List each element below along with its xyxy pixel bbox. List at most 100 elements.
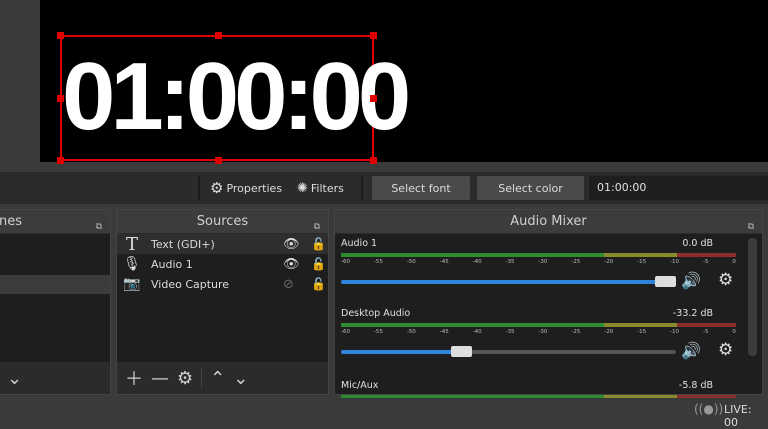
gear-icon: ⚙ xyxy=(210,179,224,197)
eye-hidden-icon[interactable]: ⊘ xyxy=(283,277,294,292)
channel-db: 0.0 dB xyxy=(682,238,713,249)
scene-item-selected[interactable] xyxy=(0,275,110,294)
filters-icon: ✺ xyxy=(297,180,308,196)
mixer-list: Audio 1 0.0 dB -60 -55 -50 -45 -40 -35 -30 -25-… xyxy=(335,234,762,399)
unlock-icon[interactable]: 🔓 xyxy=(311,257,326,271)
tick-label: -50 xyxy=(406,259,416,265)
tick-label: -35 xyxy=(505,259,515,265)
tick-label: -15 xyxy=(637,259,647,265)
tick-label: -40 xyxy=(472,259,482,265)
divider xyxy=(201,368,203,388)
filters-button[interactable]: ✺ Filters xyxy=(297,177,344,199)
scenes-dock: nes ⧉ ⌄ xyxy=(0,209,111,395)
channel-db: -33.2 dB xyxy=(672,308,713,319)
source-item[interactable]: 🎙 Audio 1 👁 🔓 xyxy=(117,254,328,274)
source-label: Video Capture xyxy=(151,277,230,291)
slider-handle[interactable] xyxy=(655,276,676,287)
tick-label: -25 xyxy=(571,329,581,335)
camera-icon: 📷 xyxy=(123,276,141,292)
tick-label: -10 xyxy=(670,259,680,265)
resize-handle[interactable] xyxy=(57,32,64,39)
move-up-icon[interactable]: ⌃ xyxy=(210,368,225,389)
properties-button[interactable]: ⚙ Properties xyxy=(210,177,282,199)
source-item[interactable]: 📷 Video Capture ⊘ 🔓 xyxy=(117,274,328,294)
volume-slider[interactable] xyxy=(341,346,676,357)
channel-db: -5.8 dB xyxy=(678,380,713,391)
tick-label: -15 xyxy=(637,329,647,335)
tick-label: -5 xyxy=(702,329,709,335)
eye-icon[interactable]: 👁 xyxy=(283,237,300,252)
tick-label: 0 xyxy=(732,259,736,265)
resize-handle[interactable] xyxy=(370,157,377,164)
scenes-list[interactable] xyxy=(0,234,110,362)
tick-label: -20 xyxy=(604,259,614,265)
remove-icon[interactable]: — xyxy=(151,368,169,389)
divider xyxy=(361,176,363,200)
unlock-icon[interactable]: 🔓 xyxy=(311,237,326,251)
tick-label: -40 xyxy=(472,329,482,335)
text-icon: T xyxy=(125,233,138,255)
select-color-button[interactable]: Select color xyxy=(477,176,584,200)
tick-label: -30 xyxy=(538,259,548,265)
move-down-icon[interactable]: ⌄ xyxy=(233,368,248,389)
eye-icon[interactable]: 👁 xyxy=(283,257,300,272)
clock-text: 01:00:00 xyxy=(62,43,411,150)
status-bar: ((●)) LIVE: 00 xyxy=(0,398,768,429)
tick-label: -25 xyxy=(571,259,581,265)
live-icon: ((●)) xyxy=(694,402,724,416)
tick-label: -55 xyxy=(373,259,383,265)
resize-handle[interactable] xyxy=(215,32,222,39)
meter-scale: -60 -55 -50 -45 -40 -35 -30 -25 -20 -15 -10 -5 0 xyxy=(341,329,736,339)
source-label: Text (GDI+) xyxy=(151,237,215,251)
filters-label: Filters xyxy=(310,181,344,195)
gear-icon[interactable]: ⚙ xyxy=(177,368,193,389)
resize-handle[interactable] xyxy=(57,157,64,164)
sources-dock: Sources ⧉ T Text (GDI+) 👁 🔓 🎙 Audio 1 👁 🔓 📷 Vide… xyxy=(116,209,329,395)
sources-list[interactable]: T Text (GDI+) 👁 🔓 🎙 Audio 1 👁 🔓 📷 Video Capture… xyxy=(117,234,328,362)
microphone-icon: 🎙 xyxy=(123,256,141,272)
text-source-selection[interactable]: 01:00:00 xyxy=(57,32,411,164)
dock-title: nes xyxy=(0,214,23,229)
divider xyxy=(198,176,200,200)
text-input[interactable]: 01:00:00 xyxy=(589,176,768,200)
tick-label: -5 xyxy=(702,259,709,265)
properties-label: Properties xyxy=(226,181,283,195)
source-label: Audio 1 xyxy=(151,257,193,271)
volume-meter xyxy=(341,323,736,327)
tick-label: 0 xyxy=(732,329,736,335)
volume-slider[interactable] xyxy=(341,276,676,287)
tick-label: -60 xyxy=(341,259,350,265)
source-item[interactable]: T Text (GDI+) 👁 🔓 xyxy=(117,233,328,255)
unlock-icon[interactable]: 🔓 xyxy=(311,277,326,291)
tick-label: -55 xyxy=(373,329,383,335)
source-toolbar: ⚙ Properties ✺ Filters Select font Select … xyxy=(0,172,768,204)
tick-label: -45 xyxy=(439,329,449,335)
meter-scale: -60 -55 -50 -45 -40 -35 -30 -25 -20 -15 -10 -5 0 xyxy=(341,259,736,269)
resize-handle[interactable] xyxy=(370,32,377,39)
tick-label: -35 xyxy=(505,329,515,335)
speaker-icon[interactable]: 🔊 xyxy=(681,271,701,290)
tick-label: -45 xyxy=(439,259,449,265)
gear-icon[interactable]: ⚙ xyxy=(718,340,733,360)
tick-label: -20 xyxy=(604,329,614,335)
add-icon[interactable]: ＋ xyxy=(125,365,143,391)
tick-label: -50 xyxy=(406,329,416,335)
channel-name: Audio 1 xyxy=(341,238,378,249)
live-status: LIVE: 00 xyxy=(724,403,752,429)
volume-meter xyxy=(341,253,736,257)
slider-handle[interactable] xyxy=(450,346,472,357)
resize-handle[interactable] xyxy=(57,95,64,102)
tick-label: -30 xyxy=(538,329,548,335)
resize-handle[interactable] xyxy=(215,157,222,164)
gear-icon[interactable]: ⚙ xyxy=(718,270,733,290)
scrollbar[interactable] xyxy=(748,238,757,356)
select-font-button[interactable]: Select font xyxy=(372,176,470,200)
audio-mixer-dock: Audio Mixer ⧉ Audio 1 0.0 dB -60 -55 -50 -45… xyxy=(334,209,763,399)
move-down-icon[interactable]: ⌄ xyxy=(7,368,22,389)
speaker-icon[interactable]: 🔊 xyxy=(681,341,701,360)
dock-title: Audio Mixer xyxy=(510,214,587,229)
tick-label: -60 xyxy=(341,329,350,335)
channel-name: Mic/Aux xyxy=(341,380,379,391)
resize-handle[interactable] xyxy=(370,95,377,102)
channel-name: Desktop Audio xyxy=(341,308,411,319)
